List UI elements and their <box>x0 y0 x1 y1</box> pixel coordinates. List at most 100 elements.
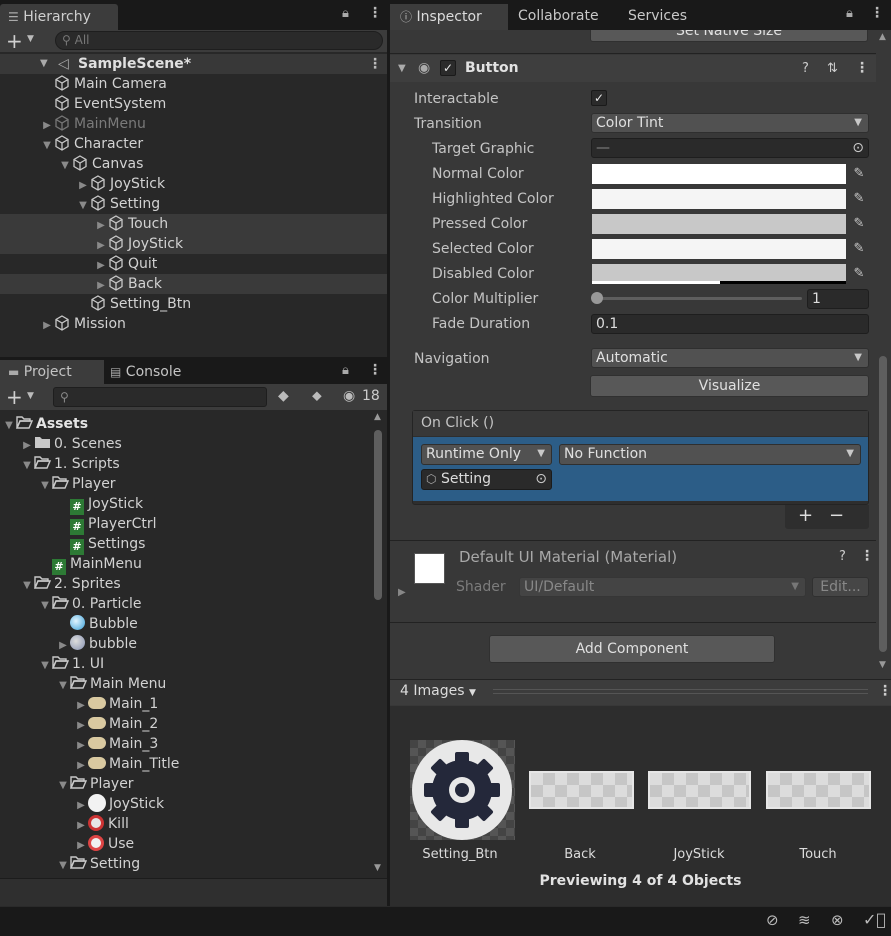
project-item[interactable]: ▶ JoyStick <box>0 794 372 814</box>
collapse-arrow-icon[interactable]: ▶ <box>40 316 54 336</box>
foldout-arrow-icon[interactable]: ▼ <box>398 55 406 82</box>
create-plus-button[interactable]: + <box>6 29 23 53</box>
hierarchy-item[interactable]: ▶ Back <box>0 274 387 294</box>
color-multiplier-input[interactable]: 1 <box>807 289 869 309</box>
eyedropper-icon[interactable]: ✎ <box>848 164 870 184</box>
transition-dropdown[interactable]: Color Tint ▼ <box>591 113 869 133</box>
shader-dropdown[interactable]: UI/Default ▼ <box>519 577 806 597</box>
lock-icon[interactable]: 🔒︎ <box>342 363 349 378</box>
debug-off-icon[interactable]: ⊘ <box>766 911 779 929</box>
project-item[interactable]: ▼ Player <box>0 774 372 794</box>
project-item[interactable]: # Settings <box>0 534 372 555</box>
object-picker-icon[interactable]: ⊙ <box>535 470 547 489</box>
eyedropper-icon[interactable]: ✎ <box>848 239 870 259</box>
scroll-up-icon[interactable]: ▲ <box>879 32 886 42</box>
collapse-arrow-icon[interactable]: ▶ <box>40 116 54 136</box>
hierarchy-item[interactable]: ▶ MainMenu <box>0 114 387 134</box>
chevron-down-icon[interactable]: ▼ <box>27 391 34 401</box>
project-item[interactable]: ▶ Main_3 <box>0 734 372 754</box>
check-circle-icon[interactable]: ✓⃝ <box>863 910 886 929</box>
more-menu-icon[interactable]: ⋮ <box>368 54 382 74</box>
help-icon[interactable]: ? <box>802 55 809 82</box>
project-item[interactable]: # PlayerCtrl <box>0 514 372 535</box>
tab-hierarchy[interactable]: ☰ Hierarchy <box>0 4 118 30</box>
hierarchy-item[interactable]: ▶ Quit <box>0 254 387 274</box>
project-item[interactable]: ▼ 1. UI <box>0 654 372 674</box>
color-multiplier-slider[interactable] <box>596 297 802 300</box>
runtime-dropdown[interactable]: Runtime Only ▼ <box>421 444 552 465</box>
eyedropper-icon[interactable]: ✎ <box>848 189 870 209</box>
chevron-down-icon[interactable]: ▼ <box>27 34 34 44</box>
tab-collaborate[interactable]: Collaborate <box>518 8 599 24</box>
project-item[interactable]: ▶ Main_1 <box>0 694 372 714</box>
tab-services[interactable]: Services <box>628 8 687 24</box>
hierarchy-item[interactable]: ▶ JoyStick <box>0 234 387 254</box>
create-plus-button[interactable]: + <box>6 385 23 409</box>
project-item[interactable]: # JoyStick <box>0 494 372 515</box>
more-menu-icon[interactable]: ⋮ <box>870 5 884 21</box>
expand-arrow-icon[interactable]: ▼ <box>58 156 72 176</box>
hierarchy-item[interactable]: ▼ Setting <box>0 194 387 214</box>
collapse-arrow-icon[interactable]: ▶ <box>74 836 88 856</box>
hierarchy-item[interactable]: ▼ Canvas <box>0 154 387 174</box>
foldout-arrow-icon[interactable]: ▶ <box>398 587 406 598</box>
hierarchy-item[interactable]: Setting_Btn <box>0 294 387 314</box>
project-item[interactable]: ▶ bubble <box>0 634 372 654</box>
collapse-arrow-icon[interactable]: ▶ <box>74 716 88 736</box>
expand-arrow-icon[interactable]: ▼ <box>76 196 90 216</box>
search-input[interactable]: ⚲ All <box>55 31 383 50</box>
edit-shader-button[interactable]: Edit... <box>812 577 869 597</box>
label-tag-icon[interactable]: ⬥ <box>312 388 322 404</box>
scroll-down-icon[interactable]: ▼ <box>879 660 886 670</box>
project-item[interactable]: ▶ 0. Scenes <box>0 434 372 454</box>
expand-arrow-icon[interactable]: ▼ <box>20 456 34 476</box>
add-event-button[interactable]: + <box>798 505 813 526</box>
project-item[interactable]: ▶ Main_2 <box>0 714 372 734</box>
cache-server-icon[interactable]: ≋ <box>798 911 811 929</box>
project-item[interactable]: ▼ 0. Particle <box>0 594 372 614</box>
tab-console[interactable]: ▤ Console <box>110 360 210 384</box>
more-menu-icon[interactable]: ⋮ <box>878 683 891 699</box>
help-icon[interactable]: ? <box>839 549 846 564</box>
eyedropper-icon[interactable]: ✎ <box>848 214 870 234</box>
object-picker-icon[interactable]: ⊙ <box>852 139 864 157</box>
eyedropper-icon[interactable]: ✎ <box>848 264 870 284</box>
collapse-arrow-icon[interactable]: ▶ <box>94 276 108 296</box>
collapse-arrow-icon[interactable]: ▶ <box>74 736 88 756</box>
project-item[interactable]: ▼ Player <box>0 474 372 494</box>
preview-dropdown[interactable]: 4 Images ▼ <box>400 683 476 699</box>
project-item[interactable]: # MainMenu <box>0 554 372 575</box>
auto-generate-icon[interactable]: ⊗ <box>831 911 844 929</box>
lock-icon[interactable]: 🔒︎ <box>342 6 349 21</box>
project-item[interactable]: ▼ Setting <box>0 854 372 874</box>
expand-arrow-icon[interactable]: ▼ <box>56 856 70 876</box>
hierarchy-item[interactable]: ▼ Character <box>0 134 387 154</box>
remove-event-button[interactable]: − <box>829 505 844 526</box>
collapse-arrow-icon[interactable]: ▶ <box>74 796 88 816</box>
hierarchy-item[interactable]: Main Camera <box>0 74 387 94</box>
project-item[interactable]: ▼ 1. Scripts <box>0 454 372 474</box>
collapse-arrow-icon[interactable]: ▶ <box>76 176 90 196</box>
scrollbar[interactable] <box>374 430 382 600</box>
visualize-button[interactable]: Visualize <box>590 375 869 397</box>
hierarchy-item[interactable]: ▶ Mission <box>0 314 387 334</box>
more-menu-icon[interactable]: ⋮ <box>855 55 869 82</box>
project-item[interactable]: ▼ Assets <box>0 414 372 434</box>
expand-arrow-icon[interactable]: ▼ <box>38 596 52 616</box>
lock-icon[interactable]: 🔒︎ <box>846 6 853 21</box>
project-item[interactable]: Bubble <box>0 614 372 634</box>
target-graphic-field[interactable]: — ⊙ <box>591 138 869 158</box>
collapse-arrow-icon[interactable]: ▶ <box>94 216 108 236</box>
expand-arrow-icon[interactable]: ▼ <box>20 576 34 596</box>
expand-arrow-icon[interactable]: ▼ <box>40 136 54 156</box>
expand-arrow-icon[interactable]: ▼ <box>38 476 52 496</box>
highlighted-color-field[interactable] <box>592 189 846 209</box>
scroll-down-icon[interactable]: ▼ <box>374 863 381 873</box>
more-menu-icon[interactable]: ⋮ <box>368 5 382 21</box>
selected-color-field[interactable] <box>592 239 846 259</box>
hidden-eye-icon[interactable]: ◉ <box>343 388 355 404</box>
project-item[interactable]: ▶ Use <box>0 834 372 854</box>
fade-duration-input[interactable]: 0.1 <box>591 314 869 334</box>
collapse-arrow-icon[interactable]: ▶ <box>74 696 88 716</box>
project-search-input[interactable]: ⚲ <box>53 387 267 407</box>
